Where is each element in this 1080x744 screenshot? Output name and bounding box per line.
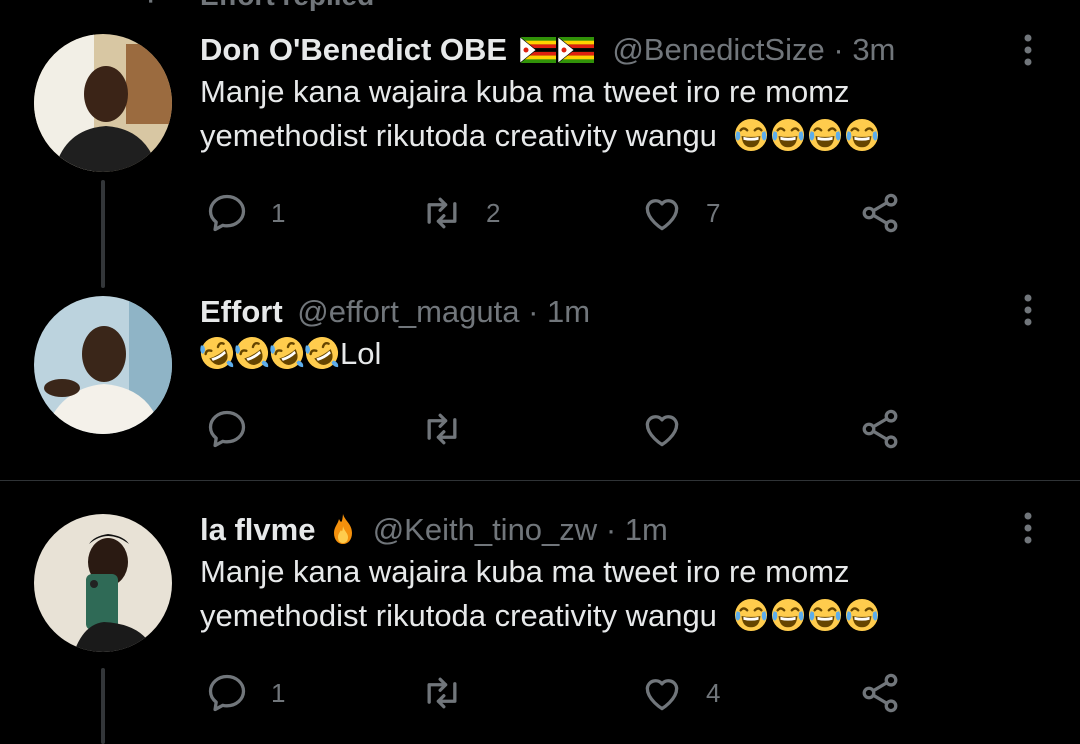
tweet-text-line: Lol: [340, 336, 382, 371]
zimbabwe-flag-icon: [520, 37, 556, 63]
avatar[interactable]: [34, 514, 172, 652]
tweet-text-line: Manje kana wajaira kuba ma tweet iro re …: [200, 554, 850, 589]
divider: [0, 480, 1080, 481]
handle[interactable]: @BenedictSize: [612, 32, 824, 67]
tears-of-joy-emoji-icon: [771, 118, 805, 152]
reply-icon: [205, 407, 249, 451]
display-name[interactable]: Effort: [200, 294, 283, 329]
reply-icon: [205, 671, 249, 715]
share-button[interactable]: [858, 188, 902, 238]
display-name[interactable]: la flvme: [200, 512, 315, 547]
share-icon: [858, 191, 902, 235]
tweet-text-line: yemethodist rikutoda creativity wangu: [200, 598, 717, 633]
thread-line: [101, 180, 105, 288]
separator: ·: [528, 294, 548, 329]
retweet-context-icon: [149, 0, 153, 3]
handle[interactable]: @Keith_tino_zw: [373, 512, 597, 547]
more-options-icon[interactable]: [1016, 30, 1040, 70]
heart-icon: [640, 407, 684, 451]
share-button[interactable]: [858, 668, 902, 718]
retweet-icon: [420, 671, 464, 715]
rofl-emoji-icon: [305, 336, 339, 370]
like-button[interactable]: 7: [640, 188, 720, 238]
retweet-button[interactable]: 2: [420, 188, 500, 238]
fire-emoji-icon: [334, 514, 353, 544]
reply-icon: [205, 191, 249, 235]
tweet-text-line: yemethodist rikutoda creativity wangu: [200, 118, 717, 153]
handle[interactable]: @effort_maguta: [297, 294, 519, 329]
reply-count: 1: [271, 197, 286, 228]
tears-of-joy-emoji-icon: [808, 598, 842, 632]
heart-icon: [640, 191, 684, 235]
retweet-button[interactable]: [420, 404, 486, 454]
rofl-emoji-icon: [270, 336, 304, 370]
share-icon: [858, 671, 902, 715]
tears-of-joy-emoji-icon: [734, 598, 768, 632]
tweet-text: Manje kana wajaira kuba ma tweet iro re …: [200, 550, 1020, 638]
tweet-header: la flvme @Keith_tino_zw · 1m: [200, 510, 1020, 550]
timestamp[interactable]: 1m: [625, 512, 668, 547]
tweet-text-line: Manje kana wajaira kuba ma tweet iro re …: [200, 74, 850, 109]
tweet-actions: [200, 404, 920, 454]
retweet-count: 2: [486, 197, 501, 228]
rofl-emoji-icon: [235, 336, 269, 370]
separator: ·: [605, 512, 625, 547]
separator: ·: [833, 32, 853, 67]
retweet-icon: [420, 191, 464, 235]
timestamp[interactable]: 3m: [852, 32, 895, 67]
tears-of-joy-emoji-icon: [771, 598, 805, 632]
share-icon: [858, 407, 902, 451]
tweet-text: Manje kana wajaira kuba ma tweet iro re …: [200, 70, 1020, 158]
tweet-text: Lol: [200, 332, 1020, 376]
tears-of-joy-emoji-icon: [845, 118, 879, 152]
reply-button[interactable]: 1: [205, 668, 285, 718]
more-options-icon[interactable]: [1016, 508, 1040, 548]
retweet-button[interactable]: [420, 668, 486, 718]
replied-label: Effort replied: [200, 0, 374, 12]
reply-button[interactable]: 1: [205, 188, 285, 238]
tears-of-joy-emoji-icon: [845, 598, 879, 632]
tweet-actions: 1 2 7: [200, 188, 920, 238]
zimbabwe-flag-icon: [558, 37, 594, 63]
tears-of-joy-emoji-icon: [808, 118, 842, 152]
tweet-actions: 1 4: [200, 668, 920, 718]
heart-icon: [640, 671, 684, 715]
display-name[interactable]: Don O'Benedict OBE: [200, 32, 507, 67]
share-button[interactable]: [858, 404, 902, 454]
more-options-icon[interactable]: [1016, 290, 1040, 330]
tweet-header: Don O'Benedict OBE @BenedictSize · 3m: [200, 30, 1020, 70]
timestamp[interactable]: 1m: [547, 294, 590, 329]
tears-of-joy-emoji-icon: [734, 118, 768, 152]
reply-button[interactable]: [205, 404, 271, 454]
like-count: 7: [706, 197, 721, 228]
like-button[interactable]: 4: [640, 668, 720, 718]
avatar[interactable]: [34, 34, 172, 172]
avatar[interactable]: [34, 296, 172, 434]
like-count: 4: [706, 677, 721, 708]
thread-line: [101, 668, 105, 744]
tweet-header: Effort @effort_maguta · 1m: [200, 292, 1020, 332]
like-button[interactable]: [640, 404, 706, 454]
rofl-emoji-icon: [200, 336, 234, 370]
reply-count: 1: [271, 677, 286, 708]
retweet-icon: [420, 407, 464, 451]
